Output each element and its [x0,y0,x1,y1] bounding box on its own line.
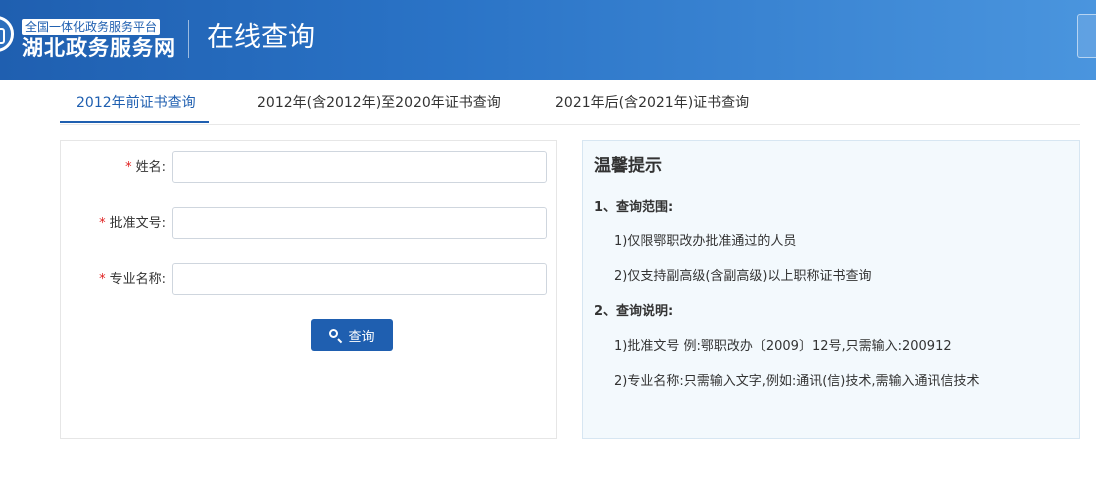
tab-before-2012[interactable]: 2012年前证书查询 [76,94,196,112]
platform-label: 全国一体化政务服务平台 [22,19,161,35]
page-title: 在线查询 [207,22,315,53]
approval-number-row: * 批准文号: [61,207,558,241]
name-row: * 姓名: [61,151,558,185]
tips-section-heading: 1、查询范围: [594,200,674,215]
site-name[interactable]: 湖北政务服务网 [22,35,176,61]
required-mark: * [125,160,132,175]
required-mark: * [99,216,106,231]
search-button-label: 查询 [348,329,375,345]
search-button[interactable]: 查询 [311,319,393,351]
major-name-input[interactable] [172,263,547,295]
tab-2012-to-2020[interactable]: 2012年(含2012年)至2020年证书查询 [257,94,501,112]
tips-section-heading: 2、查询说明: [594,304,674,319]
approval-number-input[interactable] [172,207,547,239]
approval-number-label-text: 批准文号 [109,216,162,231]
site-logo-icon[interactable] [0,16,14,52]
header-divider [188,20,189,58]
site-header: 全国一体化政务服务平台 湖北政务服务网 在线查询 [0,0,1096,80]
tips-item: 1)仅限鄂职改办批准通过的人员 [614,234,797,249]
header-action-button[interactable] [1077,14,1096,58]
tips-item: 2)专业名称:只需输入文字,例如:通讯(信)技术,需输入通讯信技术 [614,374,980,389]
tips-item: 2)仅支持副高级(含副高级)以上职称证书查询 [614,269,872,284]
required-mark: * [99,272,106,287]
major-name-label-text: 专业名称 [109,272,162,287]
search-icon [329,329,339,338]
tips-title: 温馨提示 [594,156,662,176]
tips-panel: 温馨提示 1、查询范围: 1)仅限鄂职改办批准通过的人员 2)仅支持副高级(含副… [582,140,1080,439]
approval-number-label: * 批准文号: [99,216,166,231]
tips-item: 1)批准文号 例:鄂职改办〔2009〕12号,只需输入:200912 [614,339,952,354]
major-name-label: * 专业名称: [99,272,166,287]
major-name-row: * 专业名称: [61,263,558,297]
name-label-text: 姓名 [135,160,162,175]
name-label: * 姓名: [125,160,166,175]
name-input[interactable] [172,151,547,183]
active-tab-indicator [60,121,209,123]
query-form: * 姓名: * 批准文号: * 专业名称: 查询 [60,140,557,439]
query-tabs: 2012年前证书查询 2012年(含2012年)至2020年证书查询 2021年… [60,80,1080,125]
tab-after-2021[interactable]: 2021年后(含2021年)证书查询 [555,94,749,112]
